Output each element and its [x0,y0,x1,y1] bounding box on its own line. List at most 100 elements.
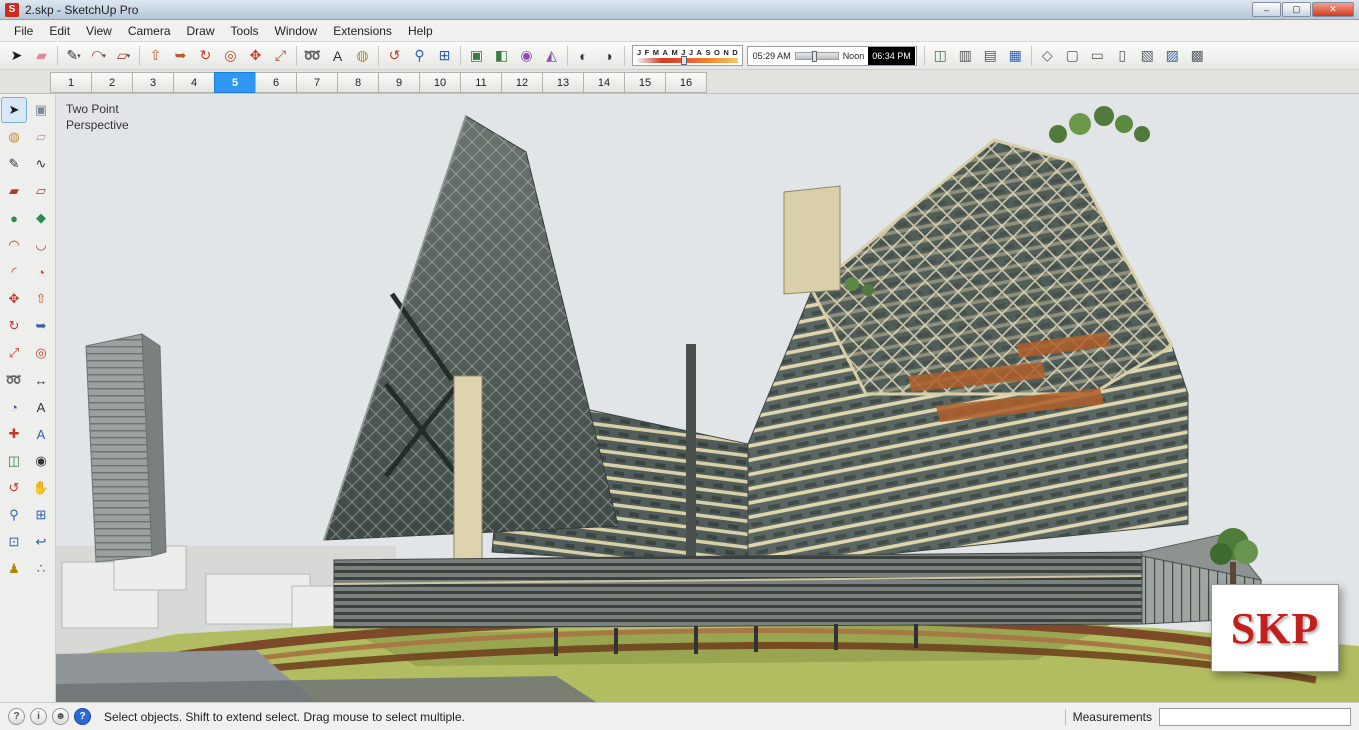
scene-tab-12[interactable]: 12 [501,72,543,93]
shadow-time-handle[interactable] [812,50,818,62]
circle-tool[interactable]: ● [1,205,27,231]
line-tool-icon[interactable]: ✎ ▾ [61,44,86,68]
menu-tools[interactable]: Tools [223,21,267,41]
shadows-toggle-icon[interactable]: ◐ [571,44,596,68]
minimize-button[interactable]: – [1252,2,1281,17]
zoom-extents-tool[interactable]: ⊡ [1,529,27,555]
scene-tab-7[interactable]: 7 [296,72,338,93]
section-plane-tool-icon[interactable]: ◫ [928,44,953,68]
eraser-tool-icon[interactable]: ▰ [29,44,54,68]
zoom-window-tool[interactable]: ⊞ [28,502,54,528]
maximize-button[interactable]: ▢ [1282,2,1311,17]
rotate-tool-icon[interactable]: ↻ [193,44,218,68]
tape-measure-tool-icon[interactable]: ➿ [300,44,325,68]
make-component-tool[interactable]: ▣ [28,97,54,123]
orbit-tool[interactable]: ↺ [1,475,27,501]
offset-tool[interactable]: ◎ [28,340,54,366]
close-button[interactable]: ✕ [1312,2,1354,17]
menu-view[interactable]: View [78,21,120,41]
shaded-textures-style-icon[interactable]: ▨ [1160,44,1185,68]
rectangle-tool[interactable]: ▰ [1,178,27,204]
credits-status-icon[interactable]: i [30,708,47,725]
rotated-rectangle-tool[interactable]: ▱ [28,178,54,204]
hidden-line-style-icon[interactable]: ▯ [1110,44,1135,68]
section-plane-tool[interactable]: ◫ [1,448,27,474]
zoom-tool[interactable]: ⚲ [1,502,27,528]
follow-me-tool-icon[interactable]: ➥ [168,44,193,68]
walk-tool[interactable]: ∴ [28,556,54,582]
position-camera-tool[interactable]: ♟ [1,556,27,582]
line-tool-icon-dropdown[interactable]: ▾ [77,52,81,60]
pie-tool[interactable]: ◔ [28,259,54,285]
intersect-icon[interactable]: ◧ [489,44,514,68]
move-tool-icon[interactable]: ✥ [243,44,268,68]
outer-shell-icon[interactable]: ▣ [464,44,489,68]
shaded-style-icon[interactable]: ▧ [1135,44,1160,68]
offset-tool-icon[interactable]: ◎ [218,44,243,68]
push-pull-tool[interactable]: ⇧ [28,286,54,312]
zoom-previous-tool[interactable]: ↩ [28,529,54,555]
follow-me-tool[interactable]: ➥ [28,313,54,339]
monochrome-style-icon[interactable]: ▩ [1185,44,1210,68]
menu-window[interactable]: Window [267,21,326,41]
axes-tool[interactable]: ✚ [1,421,27,447]
move-tool[interactable]: ✥ [1,286,27,312]
scene-tab-16[interactable]: 16 [665,72,707,93]
scale-tool-icon[interactable]: ⤢ [268,44,293,68]
geolocation-status-icon[interactable]: ? [8,708,25,725]
paint-bucket-tool-icon[interactable]: ◍ [350,44,375,68]
viewport-3d[interactable]: Two Point Perspective SKP [56,94,1359,702]
freehand-tool[interactable]: ∿ [28,151,54,177]
scene-tab-9[interactable]: 9 [378,72,420,93]
text-tool[interactable]: A [28,394,54,420]
two-point-arc-tool[interactable]: ◡ [28,232,54,258]
zoom-extents-tool-icon[interactable]: ⊞ [432,44,457,68]
shape-tool-icon[interactable]: ▱ ▾ [111,44,136,68]
model-scene[interactable] [56,94,1359,702]
protractor-tool[interactable]: ◔ [1,394,27,420]
scene-tab-1[interactable]: 1 [50,72,92,93]
push-pull-tool-icon[interactable]: ⇧ [143,44,168,68]
dimension-tool[interactable]: ↔ [28,367,54,393]
help-status-icon[interactable]: ? [74,708,91,725]
menu-help[interactable]: Help [400,21,441,41]
polygon-tool[interactable]: ◆ [28,205,54,231]
display-section-cuts-icon[interactable]: ▤ [978,44,1003,68]
select-tool-icon[interactable]: ➤ [4,44,29,68]
scale-tool[interactable]: ⤢ [1,340,27,366]
shadow-date-handle[interactable] [681,56,688,65]
scene-tab-4[interactable]: 4 [173,72,215,93]
menu-extensions[interactable]: Extensions [325,21,400,41]
shape-tool-icon-dropdown[interactable]: ▾ [127,52,131,60]
rotate-tool[interactable]: ↻ [1,313,27,339]
menu-draw[interactable]: Draw [179,21,223,41]
section-fill-icon[interactable]: ▦ [1003,44,1028,68]
arc-tool-icon[interactable]: ◠ ▾ [86,44,111,68]
scene-tab-3[interactable]: 3 [132,72,174,93]
menu-file[interactable]: File [6,21,41,41]
menu-edit[interactable]: Edit [41,21,78,41]
sign-in-status-icon[interactable]: ☻ [52,708,69,725]
select-tool[interactable]: ➤ [1,97,27,123]
scene-tab-6[interactable]: 6 [255,72,297,93]
xray-style-icon[interactable]: ◇ [1035,44,1060,68]
scene-tab-14[interactable]: 14 [583,72,625,93]
scene-tab-5[interactable]: 5 [214,72,256,93]
measurements-input[interactable] [1159,707,1351,726]
scene-tab-10[interactable]: 10 [419,72,461,93]
shadow-date-track[interactable] [637,56,738,65]
scene-tab-15[interactable]: 15 [624,72,666,93]
wireframe-style-icon[interactable]: ▭ [1085,44,1110,68]
scene-tab-8[interactable]: 8 [337,72,379,93]
three-point-arc-tool[interactable]: ◜ [1,259,27,285]
union-icon[interactable]: ◉ [514,44,539,68]
display-section-planes-icon[interactable]: ▥ [953,44,978,68]
eraser-tool[interactable]: ▱ [28,124,54,150]
orbit-tool-icon[interactable]: ↺ [382,44,407,68]
menu-camera[interactable]: Camera [120,21,179,41]
scene-tab-2[interactable]: 2 [91,72,133,93]
paint-bucket-tool[interactable]: ◍ [1,124,27,150]
shadow-time-track[interactable] [794,50,839,62]
arc-tool[interactable]: ◠ [1,232,27,258]
arc-tool-icon-dropdown[interactable]: ▾ [102,52,106,60]
